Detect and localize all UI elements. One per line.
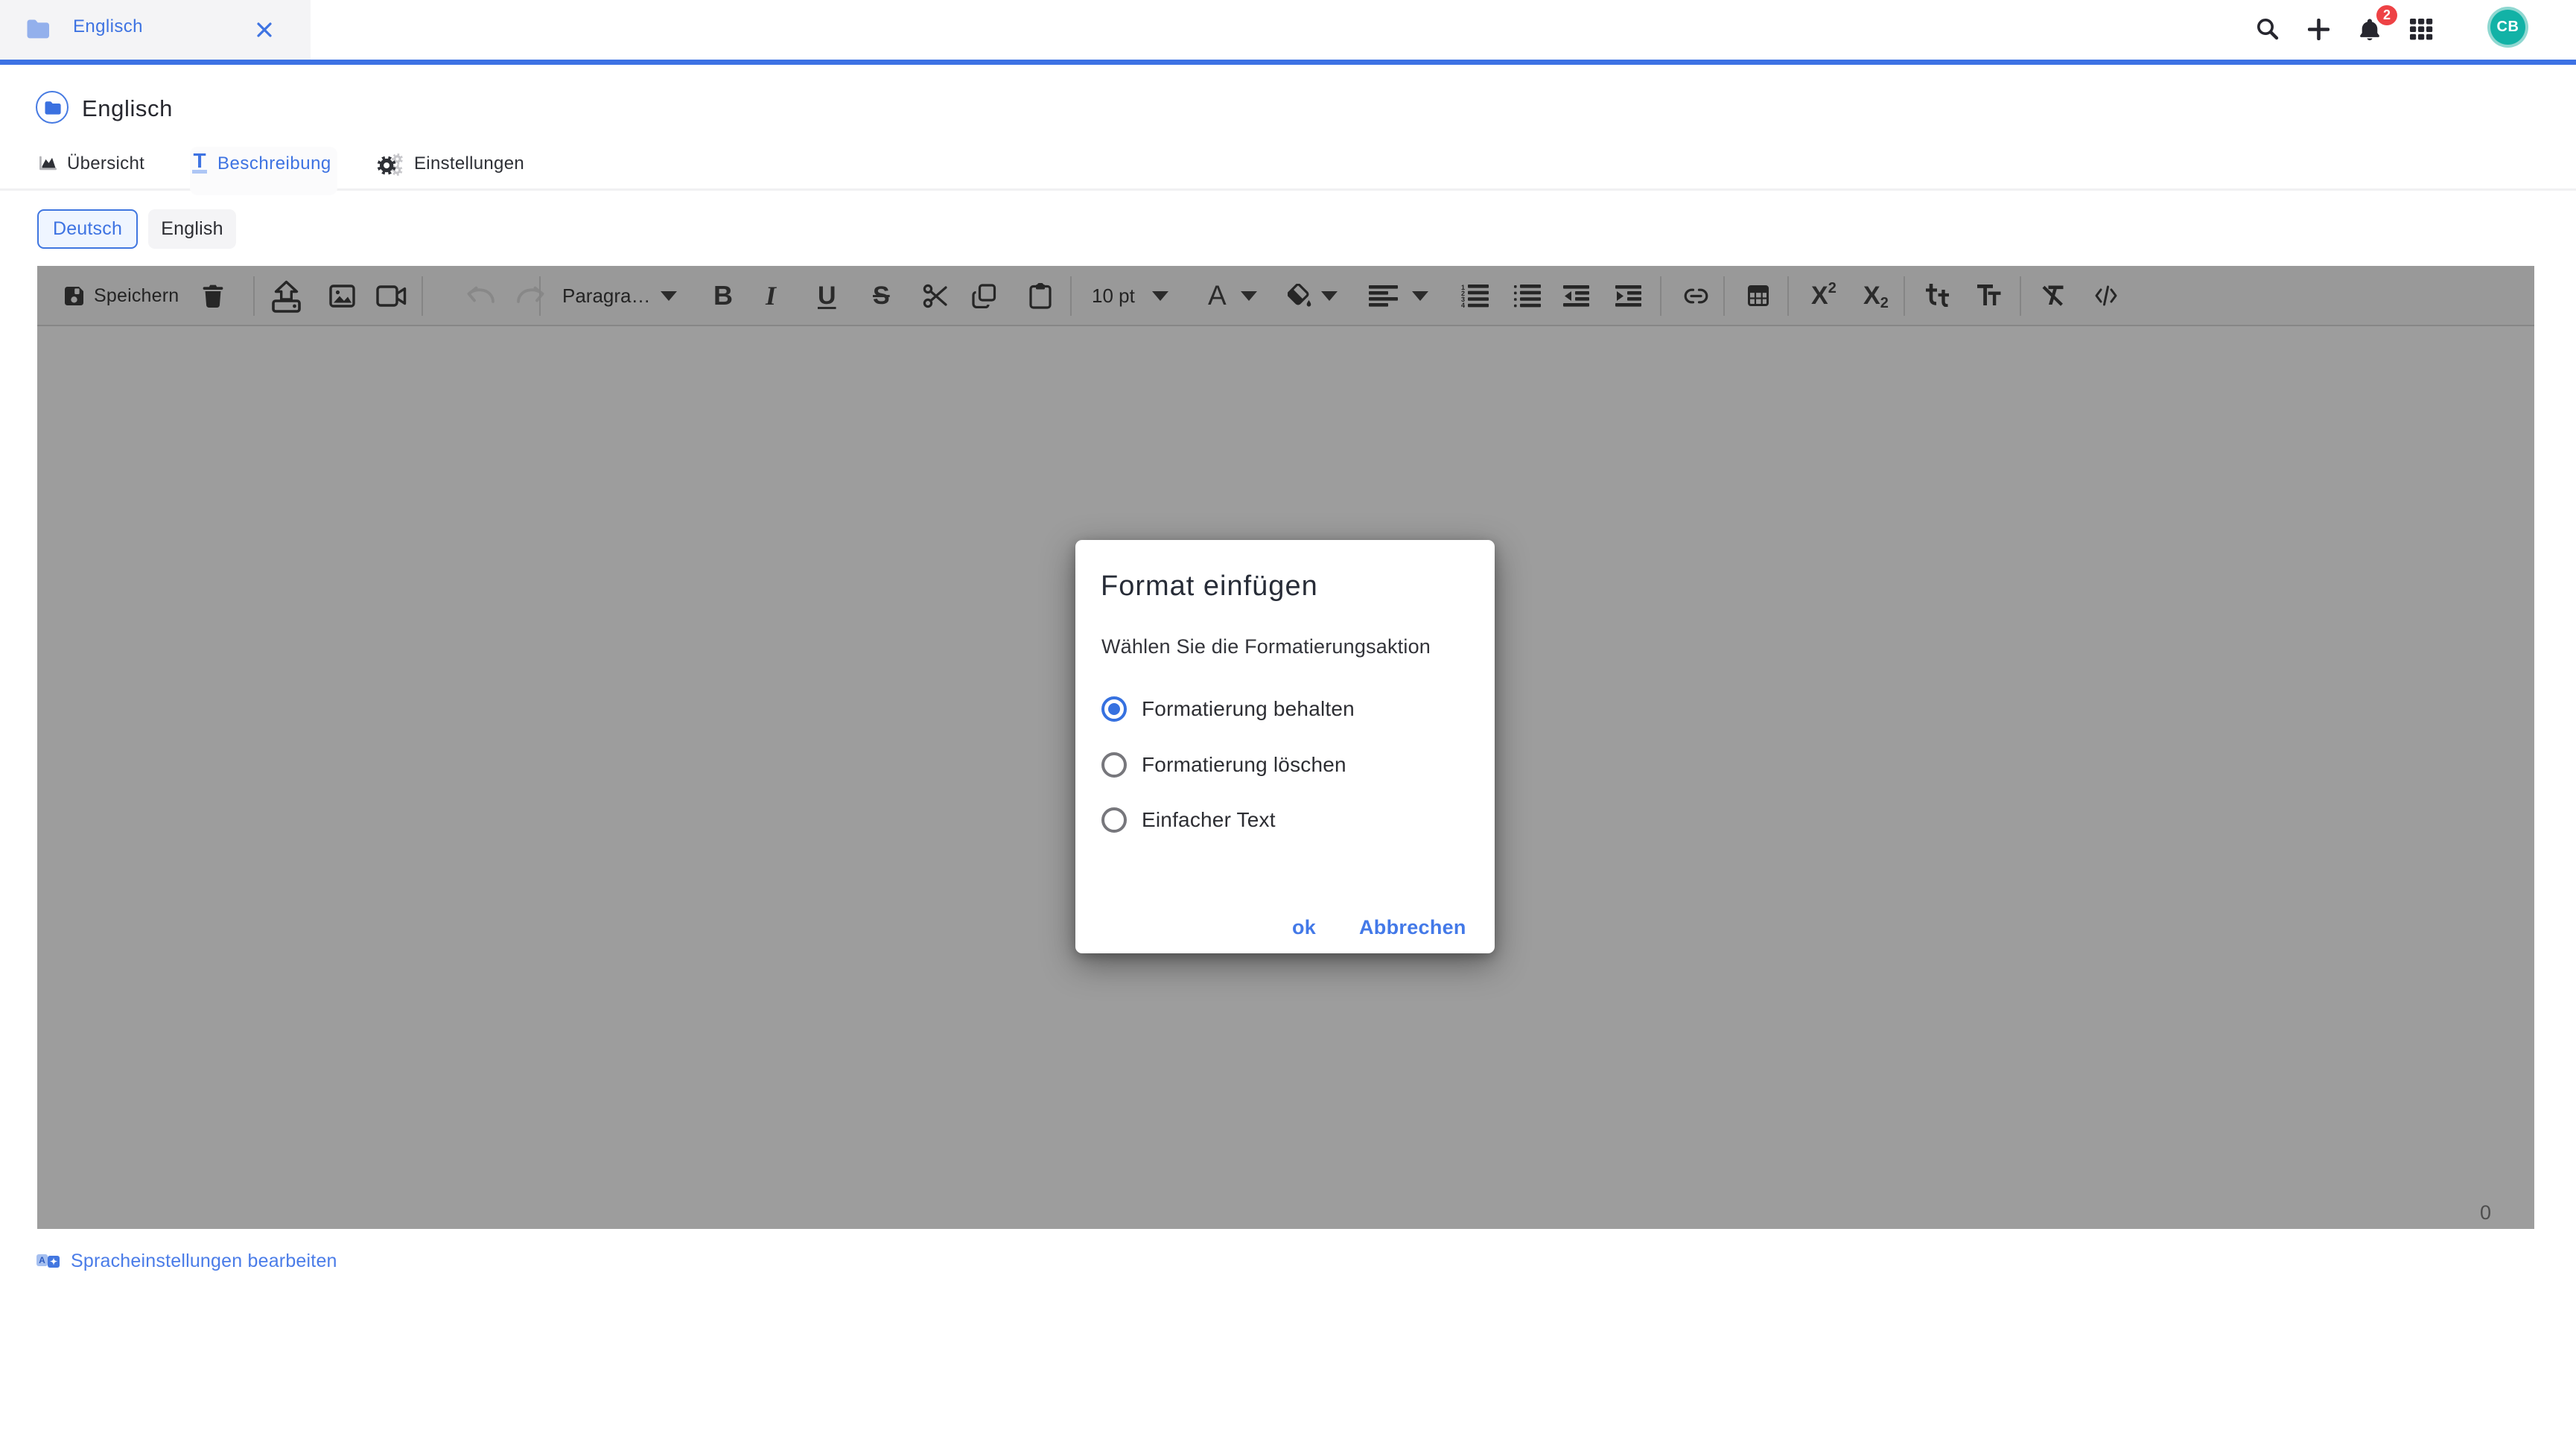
svg-text:4: 4 (1461, 302, 1465, 308)
